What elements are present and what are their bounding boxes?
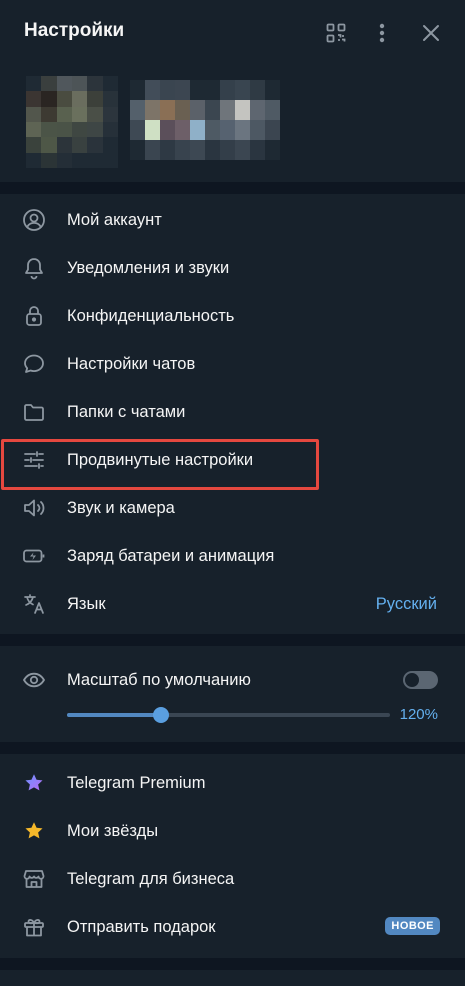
scale-toggle[interactable]	[403, 671, 438, 689]
eye-icon	[21, 668, 47, 692]
menu-item-my-stars[interactable]: Мои звёзды	[0, 807, 465, 855]
folder-icon	[21, 400, 47, 424]
toggle-knob	[404, 672, 420, 688]
bell-icon	[21, 256, 47, 280]
menu-item-label: Звук и камера	[67, 498, 175, 517]
language-value: Русский	[375, 594, 437, 613]
header: Настройки	[0, 0, 465, 66]
premium-star-icon	[21, 771, 47, 795]
gold-star-icon	[21, 819, 47, 843]
lock-icon	[21, 304, 47, 328]
premium-menu: Telegram Premium Мои звёзды Telegram для…	[0, 754, 465, 951]
user-circle-icon	[21, 208, 47, 232]
close-icon[interactable]	[419, 21, 443, 45]
profile-name-blurred	[130, 80, 280, 160]
menu-item-label: Конфиденциальность	[67, 306, 235, 325]
menu-item-battery[interactable]: Заряд батареи и анимация	[0, 532, 465, 580]
menu-item-label: Настройки чатов	[67, 354, 196, 373]
new-badge: НОВОЕ	[385, 917, 440, 935]
menu-item-label: Уведомления и звуки	[67, 258, 230, 277]
menu-item-label: Папки с чатами	[67, 402, 186, 421]
scale-value: 120%	[399, 706, 438, 723]
menu-item-business[interactable]: Telegram для бизнеса	[0, 855, 465, 903]
battery-icon	[21, 544, 47, 568]
menu-item-chat-folders[interactable]: Папки с чатами	[0, 388, 465, 436]
separator	[0, 634, 465, 646]
menu-item-label: Продвинутые настройки	[67, 450, 254, 469]
slider-fill	[67, 713, 161, 717]
settings-panel: Настройки Мой аккаунт Уведомления и звук…	[0, 0, 465, 986]
scale-label: Масштаб по умолчанию	[67, 670, 251, 689]
menu-item-language[interactable]: Язык Русский	[0, 580, 465, 628]
slider-thumb[interactable]	[152, 707, 169, 723]
menu-item-my-account[interactable]: Мой аккаунт	[0, 196, 465, 244]
avatar[interactable]	[26, 76, 118, 168]
menu-item-privacy[interactable]: Конфиденциальность	[0, 292, 465, 340]
profile-section[interactable]	[0, 66, 465, 182]
separator	[0, 742, 465, 754]
separator	[0, 182, 465, 194]
menu-item-label: Мои звёзды	[67, 821, 159, 840]
menu-item-telegram-premium[interactable]: Telegram Premium	[0, 759, 465, 807]
more-vertical-icon[interactable]	[370, 21, 394, 45]
separator	[0, 958, 465, 970]
scale-slider[interactable]	[67, 707, 390, 723]
menu-item-chat-settings[interactable]: Настройки чатов	[0, 340, 465, 388]
menu-item-label: Отправить подарок	[67, 917, 216, 936]
qr-code-icon[interactable]	[324, 21, 348, 45]
menu-item-label: Заряд батареи и анимация	[67, 546, 275, 565]
menu-item-label: Мой аккаунт	[67, 210, 162, 229]
menu-item-send-gift[interactable]: Отправить подарок НОВОЕ	[0, 903, 465, 951]
shop-icon	[21, 867, 47, 891]
chat-bubble-icon	[21, 352, 47, 376]
settings-menu: Мой аккаунт Уведомления и звуки Конфиден…	[0, 194, 465, 628]
gift-icon	[21, 915, 47, 939]
page-title: Настройки	[24, 20, 125, 41]
menu-item-advanced[interactable]: Продвинутые настройки	[0, 436, 465, 484]
speaker-icon	[21, 496, 47, 520]
menu-item-label: Telegram Premium	[67, 773, 206, 792]
menu-item-sound-camera[interactable]: Звук и камера	[0, 484, 465, 532]
translate-icon	[21, 592, 47, 616]
sliders-icon	[21, 448, 47, 472]
menu-item-label: Язык	[67, 594, 106, 613]
scale-section: Масштаб по умолчанию 120%	[0, 646, 465, 742]
scale-toggle-row[interactable]: Масштаб по умолчанию	[0, 656, 465, 704]
menu-item-notifications[interactable]: Уведомления и звуки	[0, 244, 465, 292]
menu-item-label: Telegram для бизнеса	[67, 869, 235, 888]
